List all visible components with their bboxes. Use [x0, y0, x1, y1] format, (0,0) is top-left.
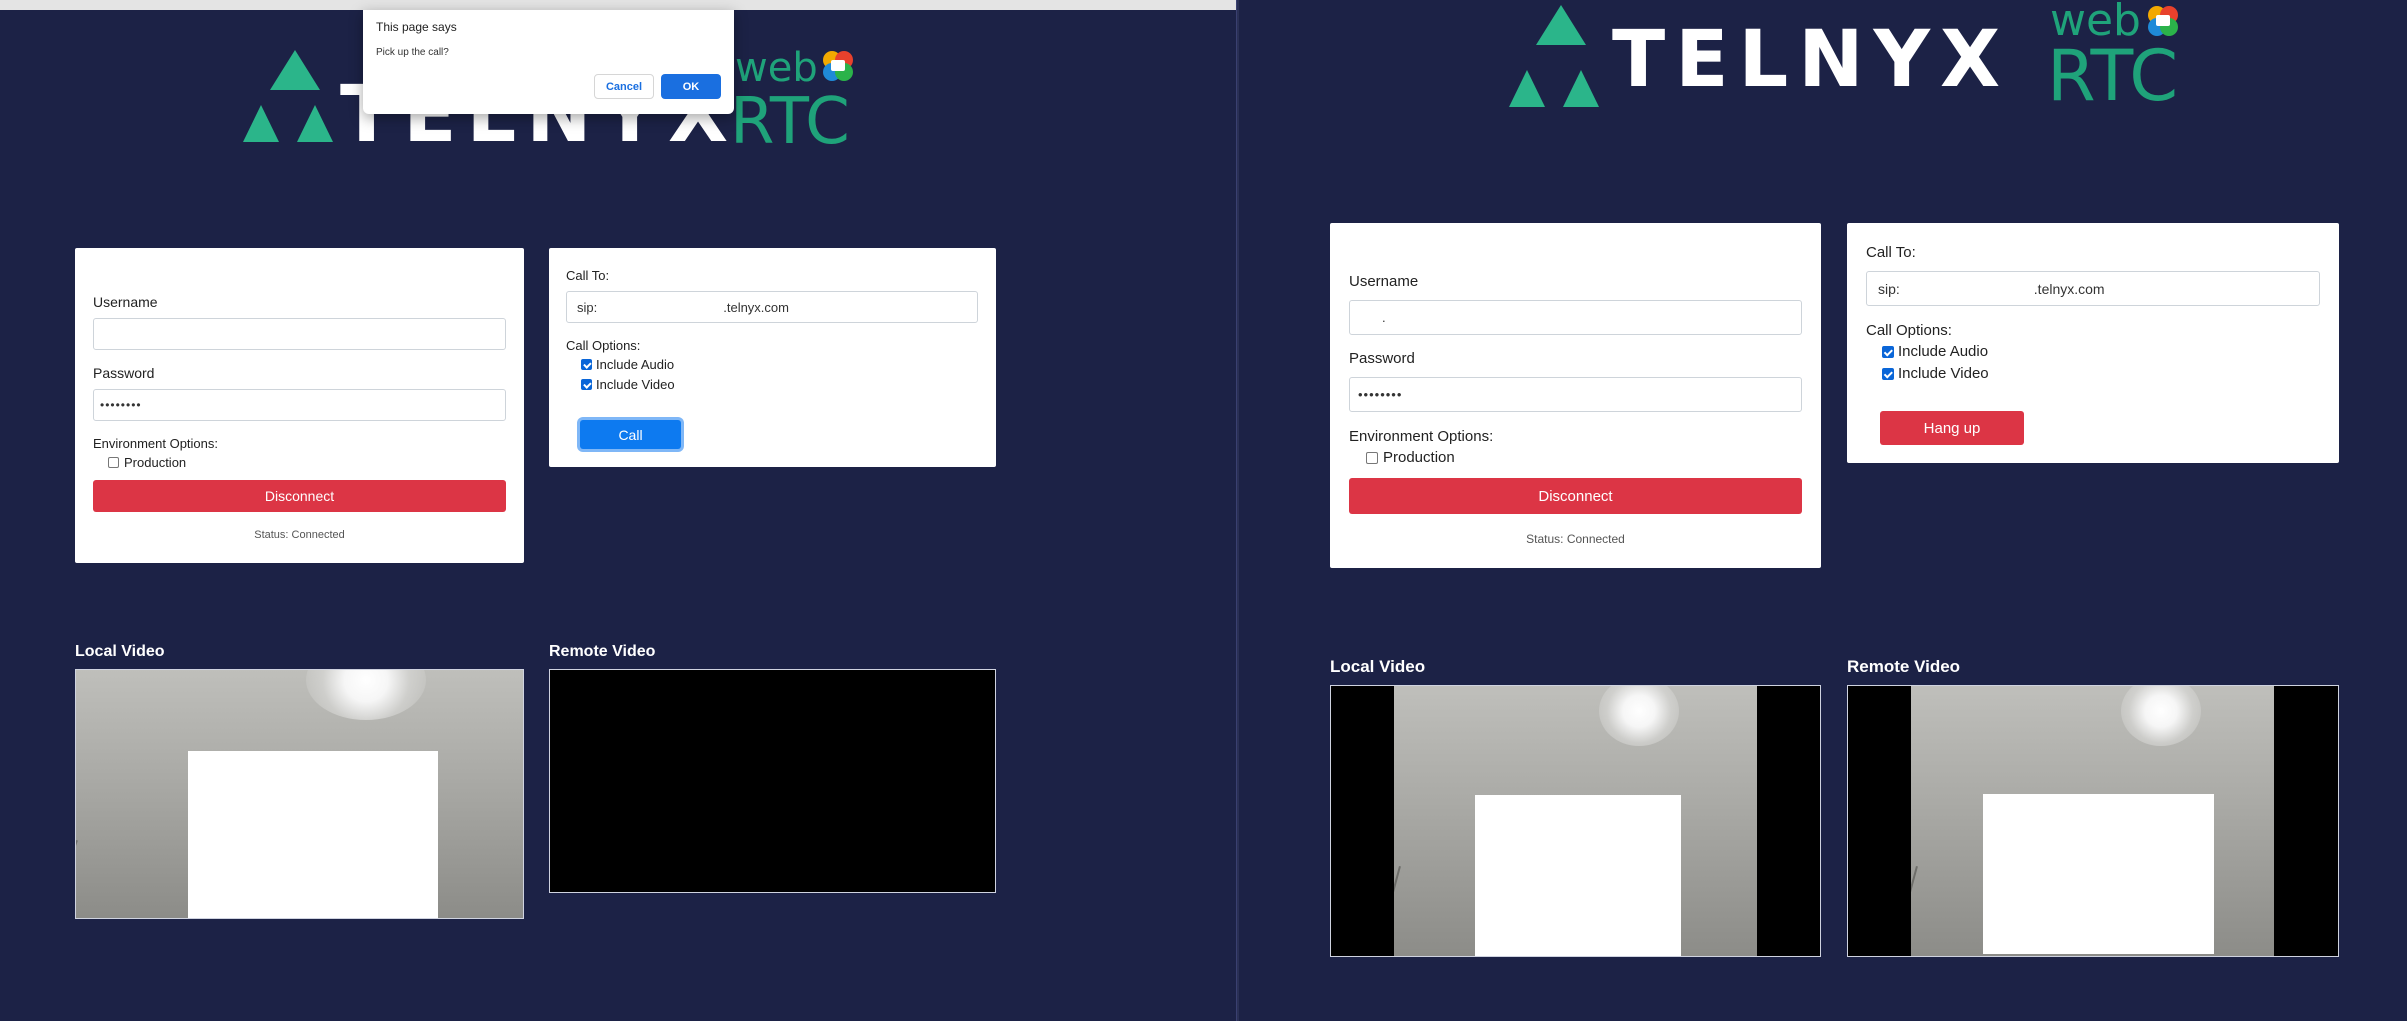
local-video-label: Local Video — [1330, 657, 1426, 676]
wall-corner — [1394, 866, 1401, 954]
dialog-message: Pick up the call? — [376, 47, 449, 58]
redaction-block — [188, 751, 438, 918]
remote-camera-feed — [1911, 686, 2274, 956]
production-checkbox-row[interactable]: Production — [1366, 449, 1455, 466]
status-text: Status: Connected — [254, 529, 345, 541]
telnyx-webrtc-logo: TELNYX web RTC — [1509, 0, 2212, 117]
username-input[interactable] — [93, 318, 506, 350]
logo-brand-text: TELNYX — [1612, 15, 2011, 105]
call-to-input[interactable]: sip: .telnyx.com — [566, 291, 978, 323]
production-checkbox[interactable] — [1366, 451, 1378, 464]
call-to-prefix: sip: — [1878, 280, 1900, 297]
logo-triangle-bottom-left — [1509, 70, 1545, 107]
right-browser-window: TELNYX web RTC Username . Password •••••… — [1239, 0, 2407, 1021]
ceiling-light — [1599, 686, 1679, 746]
call-card: Call To: sip: .telnyx.com Call Options: … — [1847, 223, 2339, 463]
dialog-ok-button[interactable]: OK — [661, 74, 721, 99]
logo-rtc-text: RTC — [2047, 35, 2179, 117]
remote-video — [1847, 685, 2339, 957]
logo-triangle-bottom-left — [243, 105, 279, 142]
production-checkbox[interactable] — [108, 457, 119, 468]
remote-video — [549, 669, 996, 893]
include-video-row[interactable]: Include Video — [1882, 365, 1989, 382]
call-to-prefix: sip: — [577, 299, 598, 315]
local-video — [1330, 685, 1821, 957]
remote-video-label: Remote Video — [549, 643, 656, 660]
include-video-row[interactable]: Include Video — [581, 377, 675, 392]
logo-triangle-top — [1536, 5, 1586, 45]
include-audio-label: Include Audio — [596, 357, 675, 372]
call-to-domain: .telnyx.com — [723, 299, 789, 315]
include-audio-row[interactable]: Include Audio — [581, 357, 674, 372]
disconnect-button[interactable]: Disconnect — [93, 480, 506, 512]
username-value: . — [1382, 310, 1386, 325]
call-to-label: Call To: — [1866, 244, 1916, 261]
password-label: Password — [1349, 350, 1415, 367]
local-camera-feed — [1394, 686, 1757, 956]
username-input[interactable]: . — [1349, 300, 1802, 335]
dialog-title: This page says — [376, 20, 457, 34]
left-browser-window: TELNYX web RTC Username Password •••••••… — [0, 0, 1236, 1021]
login-card: Username . Password •••••••• Environment… — [1330, 223, 1821, 568]
environment-options-label: Environment Options: — [1349, 428, 1494, 445]
logo-triangle-top — [270, 50, 320, 90]
login-card: Username Password •••••••• Environment O… — [75, 248, 524, 563]
include-audio-row[interactable]: Include Audio — [1882, 343, 1988, 360]
production-checkbox-row[interactable]: Production — [108, 455, 186, 470]
call-to-input[interactable]: sip: .telnyx.com — [1866, 271, 2320, 306]
call-to-label: Call To: — [566, 268, 610, 283]
environment-options-label: Environment Options: — [93, 436, 219, 451]
local-camera-feed — [76, 670, 523, 918]
password-label: Password — [93, 365, 155, 381]
include-video-checkbox[interactable] — [1882, 367, 1894, 380]
password-value: •••••••• — [1358, 387, 1403, 402]
logo-triangle-bottom-right — [1563, 70, 1599, 107]
local-video-label: Local Video — [75, 643, 165, 660]
ceiling-light — [306, 670, 426, 720]
wall-corner — [1911, 866, 1918, 954]
call-card: Call To: sip: .telnyx.com Call Options: … — [549, 248, 996, 467]
call-button[interactable]: Call — [580, 420, 681, 449]
password-input[interactable]: •••••••• — [93, 389, 506, 421]
call-to-domain: .telnyx.com — [2033, 280, 2105, 297]
include-audio-checkbox[interactable] — [1882, 345, 1894, 358]
username-label: Username — [1349, 273, 1419, 290]
include-video-label: Include Video — [596, 377, 675, 392]
include-video-label: Include Video — [1898, 365, 1989, 382]
local-video — [75, 669, 524, 919]
include-audio-label: Include Audio — [1898, 343, 1989, 360]
include-video-checkbox[interactable] — [581, 379, 592, 390]
confirm-dialog: This page says Pick up the call? Cancel … — [363, 10, 734, 114]
production-label: Production — [1383, 449, 1455, 466]
include-audio-checkbox[interactable] — [581, 359, 592, 370]
production-label: Production — [124, 455, 187, 470]
call-options-label: Call Options: — [1866, 322, 1952, 339]
webrtc-badge-icon — [823, 51, 853, 81]
password-value: •••••••• — [100, 398, 142, 412]
logo-triangle-bottom-right — [297, 105, 333, 142]
disconnect-button[interactable]: Disconnect — [1349, 478, 1802, 514]
redaction-block — [1983, 794, 2214, 954]
call-options-label: Call Options: — [566, 338, 641, 353]
dialog-cancel-button[interactable]: Cancel — [594, 74, 654, 99]
password-input[interactable]: •••••••• — [1349, 377, 1802, 412]
wall-corner — [76, 840, 78, 916]
remote-video-label: Remote Video — [1847, 657, 1961, 676]
hang-up-button[interactable]: Hang up — [1880, 411, 2024, 445]
redaction-block — [1475, 795, 1681, 956]
logo-rtc-text: RTC — [730, 85, 850, 159]
status-text: Status: Connected — [1526, 532, 1625, 546]
browser-top-bar — [0, 0, 1236, 10]
webrtc-badge-icon — [2148, 6, 2178, 36]
username-label: Username — [93, 294, 158, 310]
ceiling-light — [2121, 686, 2201, 746]
